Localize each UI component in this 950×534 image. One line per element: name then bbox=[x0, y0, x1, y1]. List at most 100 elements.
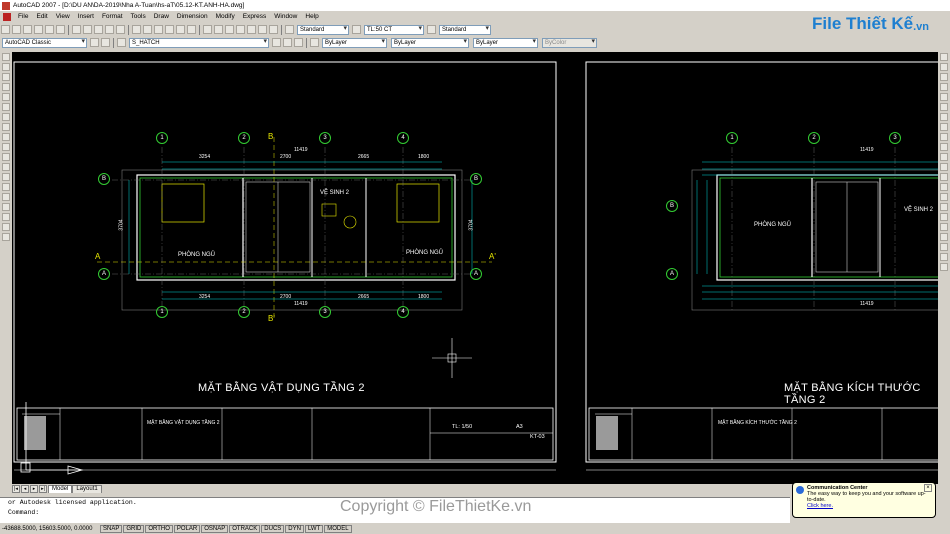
break-icon[interactable] bbox=[940, 173, 948, 181]
cut-icon[interactable] bbox=[72, 25, 81, 34]
undo-icon[interactable] bbox=[132, 25, 141, 34]
ortho-toggle[interactable]: ORTHO bbox=[145, 525, 173, 533]
dim-radius-icon[interactable] bbox=[940, 243, 948, 251]
pan-icon[interactable] bbox=[154, 25, 163, 34]
osnap-toggle[interactable]: OSNAP bbox=[201, 525, 229, 533]
model-toggle[interactable]: MODEL bbox=[324, 525, 352, 533]
block-editor-icon[interactable] bbox=[116, 25, 125, 34]
menu-edit[interactable]: Edit bbox=[32, 13, 51, 20]
multiline-text-icon[interactable] bbox=[2, 233, 10, 241]
paste-icon[interactable] bbox=[94, 25, 103, 34]
match-properties-icon[interactable] bbox=[105, 25, 114, 34]
new-icon[interactable] bbox=[1, 25, 10, 34]
menu-dimension[interactable]: Dimension bbox=[173, 13, 212, 20]
properties-icon[interactable] bbox=[203, 25, 212, 34]
dim-aligned-icon[interactable] bbox=[940, 233, 948, 241]
copy-icon[interactable] bbox=[83, 25, 92, 34]
trim-icon[interactable] bbox=[940, 143, 948, 151]
dim-style-icon[interactable] bbox=[352, 25, 361, 34]
tool-palettes-icon[interactable] bbox=[225, 25, 234, 34]
extend-icon[interactable] bbox=[940, 153, 948, 161]
markup-icon[interactable] bbox=[247, 25, 256, 34]
color-icon[interactable] bbox=[310, 38, 319, 47]
color-select[interactable]: ByLayer bbox=[322, 37, 387, 48]
layer-properties-icon[interactable] bbox=[117, 38, 126, 47]
mirror-icon[interactable] bbox=[940, 73, 948, 81]
layer-previous-icon[interactable] bbox=[283, 38, 292, 47]
coordinate-readout[interactable]: -43688.5000, 15603.5000, 0.0000 bbox=[0, 526, 100, 532]
hatch-icon[interactable] bbox=[2, 193, 10, 201]
dim-linear-icon[interactable] bbox=[940, 223, 948, 231]
insert-block-icon[interactable] bbox=[2, 163, 10, 171]
menu-express[interactable]: Express bbox=[239, 13, 270, 20]
menu-help[interactable]: Help bbox=[301, 13, 322, 20]
design-center-icon[interactable] bbox=[214, 25, 223, 34]
menu-view[interactable]: View bbox=[52, 13, 74, 20]
make-layer-current-icon[interactable] bbox=[272, 38, 281, 47]
dim-continue-icon[interactable] bbox=[940, 263, 948, 271]
workspace-save-icon[interactable] bbox=[101, 38, 110, 47]
plot-icon[interactable] bbox=[34, 25, 43, 34]
redo-icon[interactable] bbox=[143, 25, 152, 34]
help-icon[interactable] bbox=[269, 25, 278, 34]
zoom-realtime-icon[interactable] bbox=[165, 25, 174, 34]
text-style-icon[interactable] bbox=[285, 25, 294, 34]
fillet-icon[interactable] bbox=[940, 203, 948, 211]
join-icon[interactable] bbox=[940, 183, 948, 191]
document-icon[interactable] bbox=[3, 12, 11, 21]
construction-line-icon[interactable] bbox=[2, 63, 10, 71]
dyn-toggle[interactable]: DYN bbox=[285, 525, 304, 533]
lineweight-select[interactable]: ByLayer bbox=[473, 37, 538, 48]
gradient-icon[interactable] bbox=[2, 203, 10, 211]
offset-icon[interactable] bbox=[940, 83, 948, 91]
polygon-icon[interactable] bbox=[2, 83, 10, 91]
tab-model[interactable]: Model bbox=[48, 485, 73, 493]
layer-state-icon[interactable] bbox=[294, 38, 303, 47]
sheet-set-icon[interactable] bbox=[236, 25, 245, 34]
ducs-toggle[interactable]: DUCS bbox=[261, 525, 285, 533]
table-style-icon[interactable] bbox=[427, 25, 436, 34]
linetype-select[interactable]: ByLayer bbox=[391, 37, 469, 48]
scale-icon[interactable] bbox=[940, 123, 948, 131]
drawing-canvas[interactable]: MẶT BẰNG VẬT DỤNG TẦNG 2 MẶT BẰNG KÍCH T… bbox=[12, 52, 938, 484]
line-icon[interactable] bbox=[2, 53, 10, 61]
rectangle-icon[interactable] bbox=[2, 93, 10, 101]
tab-layout1[interactable]: Layout1 bbox=[72, 485, 102, 493]
publish-icon[interactable] bbox=[56, 25, 65, 34]
dim-style-select[interactable]: TL:50 CT bbox=[364, 24, 424, 35]
lwt-toggle[interactable]: LWT bbox=[304, 525, 324, 533]
erase-icon[interactable] bbox=[940, 53, 948, 61]
break-at-point-icon[interactable] bbox=[940, 163, 948, 171]
menu-modify[interactable]: Modify bbox=[212, 13, 239, 20]
menu-tools[interactable]: Tools bbox=[127, 13, 150, 20]
balloon-link[interactable]: Click here. bbox=[807, 503, 931, 509]
ellipse-arc-icon[interactable] bbox=[2, 153, 10, 161]
arc-icon[interactable] bbox=[2, 103, 10, 111]
snap-toggle[interactable]: SNAP bbox=[100, 525, 123, 533]
prev-tab-icon[interactable]: ◂ bbox=[21, 485, 29, 493]
point-icon[interactable] bbox=[2, 183, 10, 191]
workspace-select[interactable]: AutoCAD Classic bbox=[2, 37, 87, 48]
open-icon[interactable] bbox=[12, 25, 21, 34]
rotate-icon[interactable] bbox=[940, 113, 948, 121]
revision-cloud-icon[interactable] bbox=[2, 123, 10, 131]
stretch-icon[interactable] bbox=[940, 133, 948, 141]
otrack-toggle[interactable]: OTRACK bbox=[229, 525, 261, 533]
table-style-select[interactable]: Standard bbox=[439, 24, 491, 35]
next-tab-icon[interactable]: ▸ bbox=[30, 485, 38, 493]
menu-draw[interactable]: Draw bbox=[150, 13, 173, 20]
dim-angular-icon[interactable] bbox=[940, 253, 948, 261]
polar-toggle[interactable]: POLAR bbox=[173, 525, 201, 533]
save-icon[interactable] bbox=[23, 25, 32, 34]
make-block-icon[interactable] bbox=[2, 173, 10, 181]
text-style-select[interactable]: Standard bbox=[297, 24, 349, 35]
last-tab-icon[interactable]: ▸| bbox=[39, 485, 47, 493]
layer-select[interactable]: S_HATCH bbox=[129, 37, 269, 48]
menu-insert[interactable]: Insert bbox=[74, 13, 98, 20]
plot-preview-icon[interactable] bbox=[45, 25, 54, 34]
first-tab-icon[interactable]: |◂ bbox=[12, 485, 20, 493]
grid-toggle[interactable]: GRID bbox=[123, 525, 145, 533]
zoom-window-icon[interactable] bbox=[176, 25, 185, 34]
explode-icon[interactable] bbox=[940, 213, 948, 221]
copy-object-icon[interactable] bbox=[940, 63, 948, 71]
